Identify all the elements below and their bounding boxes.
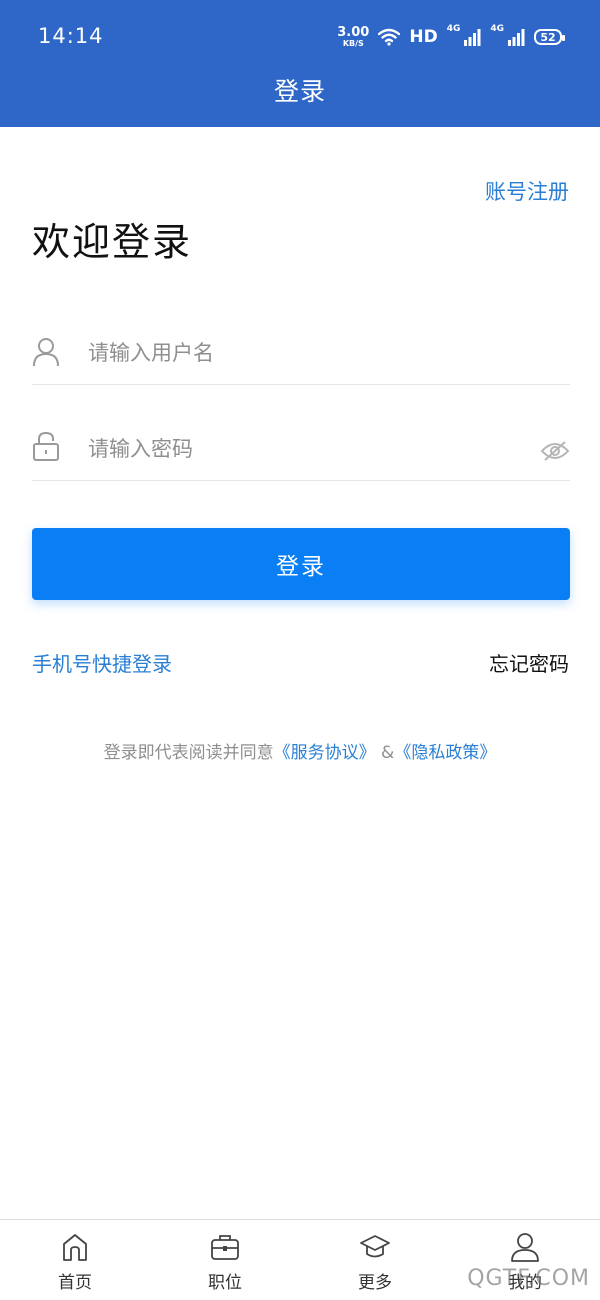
sim2-network-label: 4G — [490, 24, 504, 34]
net-speed: 3.00 KB/S — [337, 26, 369, 48]
signal-icon — [508, 29, 525, 46]
phone-quick-login-link[interactable]: 手机号快捷登录 — [32, 648, 172, 677]
net-speed-value: 3.00 — [337, 25, 370, 40]
forgot-password-link[interactable]: 忘记密码 — [489, 648, 569, 677]
user-icon — [33, 338, 59, 367]
status-bar: 14:14 3.00 KB/S HD 4G 4G 52 — [0, 0, 600, 70]
nav-item-jobs[interactable]: 职位 — [150, 1220, 300, 1300]
hd-indicator: HD — [409, 27, 438, 47]
lock-icon — [33, 431, 59, 461]
agreement-amp: & — [375, 743, 395, 763]
agreement-notice: 登录即代表阅读并同意《服务协议》 &《隐私政策》 — [0, 738, 600, 763]
signal-icon — [464, 29, 481, 46]
nav-label: 更多 — [358, 1273, 392, 1293]
graduation-cap-icon — [360, 1235, 390, 1258]
service-agreement-link[interactable]: 《服务协议》 — [274, 743, 376, 763]
privacy-policy-link[interactable]: 《隐私政策》 — [394, 743, 496, 763]
nav-item-home[interactable]: 首页 — [0, 1220, 150, 1300]
password-input[interactable] — [88, 431, 528, 467]
password-field — [32, 385, 570, 481]
app-header: 14:14 3.00 KB/S HD 4G 4G 52 登录 — [0, 0, 600, 127]
battery-indicator: 52 — [534, 29, 565, 45]
login-button[interactable]: 登录 — [32, 528, 570, 600]
sim1-network-label: 4G — [446, 24, 461, 34]
toggle-password-visibility-icon[interactable] — [540, 440, 570, 462]
wifi-icon — [378, 28, 401, 46]
net-speed-unit: KB/S — [342, 39, 364, 48]
register-link[interactable]: 账号注册 — [485, 176, 569, 206]
page-title: 登录 — [273, 77, 326, 106]
nav-label: 首页 — [58, 1273, 92, 1293]
nav-item-more[interactable]: 更多 — [300, 1220, 450, 1300]
username-field — [32, 289, 570, 385]
home-icon — [63, 1234, 87, 1261]
status-indicators: 3.00 KB/S HD 4G 4G 52 — [337, 24, 565, 50]
watermark: QGTF.COM — [467, 1266, 590, 1291]
welcome-heading: 欢迎登录 — [32, 220, 193, 264]
briefcase-icon — [211, 1235, 239, 1260]
user-icon — [511, 1233, 539, 1262]
nav-label: 职位 — [208, 1273, 242, 1293]
agreement-prefix: 登录即代表阅读并同意 — [103, 743, 274, 763]
status-time: 14:14 — [38, 24, 104, 48]
username-input[interactable] — [88, 335, 528, 371]
